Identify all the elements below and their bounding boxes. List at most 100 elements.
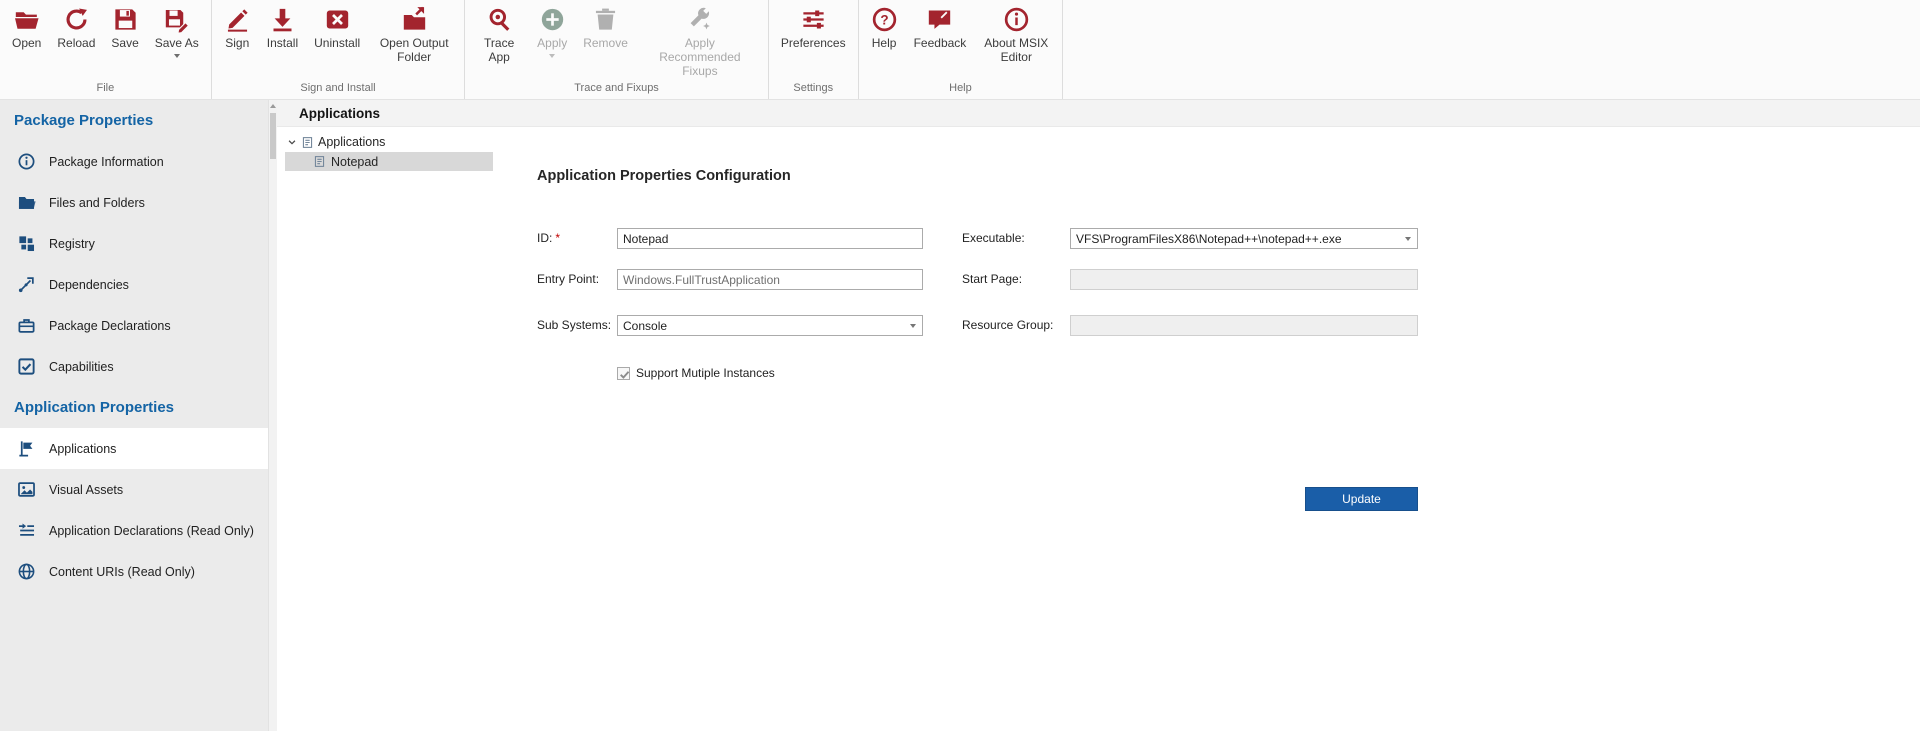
uninstall-button[interactable]: Uninstall (306, 0, 368, 53)
resource-group-label: Resource Group: (962, 315, 1053, 336)
sidebar-item-dependencies[interactable]: Dependencies (0, 264, 277, 305)
open-output-folder-button-label: Open Output Folder (376, 37, 452, 65)
sidebar-scrollbar[interactable] (268, 100, 277, 731)
chevron-down-icon (1405, 237, 1411, 241)
trace-app-button-label: Trace App (477, 37, 521, 65)
sidebar-item-registry[interactable]: Registry (0, 223, 277, 264)
chevron-down-icon[interactable] (287, 137, 297, 147)
sidebar-header-application-properties: Application Properties (0, 387, 277, 428)
sidebar-item-files-and-folders[interactable]: Files and Folders (0, 182, 277, 223)
save-icon (112, 6, 139, 33)
about-msix-editor-button-label: About MSIX Editor (982, 37, 1050, 65)
sidebar-item-label: Files and Folders (49, 196, 145, 210)
sidebar-item-label: Applications (49, 442, 116, 456)
sidebar-item-package-information[interactable]: Package Information (0, 141, 277, 182)
ribbon-toolbar: Open Reload Save Save As File Sign (0, 0, 1920, 100)
executable-combobox-value: VFS\ProgramFilesX86\Notepad++\notepad++.… (1076, 232, 1342, 246)
chevron-down-icon (174, 54, 180, 58)
required-asterisk: * (555, 231, 560, 245)
remove-button-label: Remove (583, 37, 628, 51)
document-icon (301, 136, 314, 149)
id-input[interactable] (617, 228, 923, 249)
scrollbar-thumb[interactable] (270, 113, 276, 159)
about-msix-editor-button[interactable]: About MSIX Editor (974, 0, 1058, 67)
sidebar-item-label: Content URIs (Read Only) (49, 565, 195, 579)
entry-point-input[interactable] (617, 269, 923, 290)
uninstall-button-label: Uninstall (314, 37, 360, 51)
ribbon-group-sign-and-install: Sign Install Uninstall Open Output Folde… (212, 0, 465, 99)
sidebar-item-label: Package Declarations (49, 319, 171, 333)
support-multiple-instances-row: Support Mutiple Instances (617, 366, 775, 380)
ribbon-spacer (1063, 0, 1920, 99)
info-circle-icon (17, 152, 36, 171)
sign-button-label: Sign (225, 37, 249, 51)
apply-recommended-fixups-button: Apply Recommended Fixups (636, 0, 764, 80)
help-button-label: Help (872, 37, 897, 51)
sidebar-item-content-uris[interactable]: Content URIs (Read Only) (0, 551, 277, 592)
open-button[interactable]: Open (4, 0, 49, 53)
executable-combobox[interactable]: VFS\ProgramFilesX86\Notepad++\notepad++.… (1070, 228, 1418, 249)
tree-node-notepad[interactable]: Notepad (285, 152, 493, 171)
applications-tree: Applications Notepad (285, 132, 493, 171)
tree-node-applications[interactable]: Applications (285, 132, 493, 152)
sub-systems-combobox-value: Console (623, 319, 667, 333)
tree-node-label: Applications (318, 135, 385, 149)
checkbox-check-icon (17, 357, 36, 376)
ribbon-group-label-file: File (0, 81, 211, 99)
fixups-wrench-icon (686, 6, 713, 33)
page-title: Applications (299, 106, 380, 121)
support-multiple-instances-label: Support Mutiple Instances (636, 366, 775, 380)
sign-icon (224, 6, 251, 33)
sidebar-item-applications[interactable]: Applications (0, 428, 277, 469)
entry-point-label: Entry Point: (537, 269, 599, 290)
save-as-button[interactable]: Save As (147, 0, 207, 60)
trace-app-button[interactable]: Trace App (469, 0, 529, 67)
sidebar-item-application-declarations[interactable]: Application Declarations (Read Only) (0, 510, 277, 551)
sidebar-item-label: Capabilities (49, 360, 114, 374)
save-as-button-label: Save As (155, 37, 199, 51)
ribbon-group-label-help: Help (859, 81, 1063, 99)
apply-recommended-fixups-button-label: Apply Recommended Fixups (644, 37, 756, 78)
save-button[interactable]: Save (103, 0, 146, 53)
preferences-button[interactable]: Preferences (773, 0, 854, 53)
id-label: ID:* (537, 228, 560, 249)
feedback-button-label: Feedback (914, 37, 967, 51)
sidebar-item-label: Dependencies (49, 278, 129, 292)
feedback-icon (926, 6, 953, 33)
save-button-label: Save (111, 37, 138, 51)
chevron-down-icon (549, 54, 555, 58)
ribbon-group-settings: Preferences Settings (769, 0, 859, 99)
svg-text:?: ? (880, 12, 888, 27)
open-output-folder-button[interactable]: Open Output Folder (368, 0, 460, 67)
start-page-label: Start Page: (962, 269, 1022, 290)
sign-button[interactable]: Sign (216, 0, 259, 53)
ribbon-group-trace-and-fixups: Trace App Apply Remove Apply Recommended… (465, 0, 769, 99)
resource-group-input (1070, 315, 1418, 336)
uninstall-icon (324, 6, 351, 33)
install-button-label: Install (267, 37, 298, 51)
sub-systems-combobox[interactable]: Console (617, 315, 923, 336)
help-button[interactable]: ? Help (863, 0, 906, 53)
update-button[interactable]: Update (1305, 487, 1418, 511)
open-icon (13, 6, 40, 33)
feedback-button[interactable]: Feedback (906, 0, 975, 53)
registry-blocks-icon (17, 234, 36, 253)
executable-label: Executable: (962, 228, 1025, 249)
support-multiple-instances-checkbox[interactable] (617, 367, 630, 380)
globe-icon (17, 562, 36, 581)
about-info-icon (1003, 6, 1030, 33)
sidebar-item-package-declarations[interactable]: Package Declarations (0, 305, 277, 346)
install-icon (269, 6, 296, 33)
scrollbar-up-arrow-icon[interactable] (270, 104, 276, 108)
ribbon-group-label-sign-and-install: Sign and Install (212, 81, 464, 99)
apply-button: Apply (529, 0, 575, 60)
tree-node-label: Notepad (331, 155, 378, 169)
sidebar-item-capabilities[interactable]: Capabilities (0, 346, 277, 387)
open-button-label: Open (12, 37, 41, 51)
chevron-down-icon (910, 324, 916, 328)
main-content: Applications Applications Notepad Applic… (277, 100, 1920, 731)
install-button[interactable]: Install (259, 0, 306, 53)
apply-icon (539, 6, 566, 33)
reload-button[interactable]: Reload (49, 0, 103, 53)
sidebar-item-visual-assets[interactable]: Visual Assets (0, 469, 277, 510)
